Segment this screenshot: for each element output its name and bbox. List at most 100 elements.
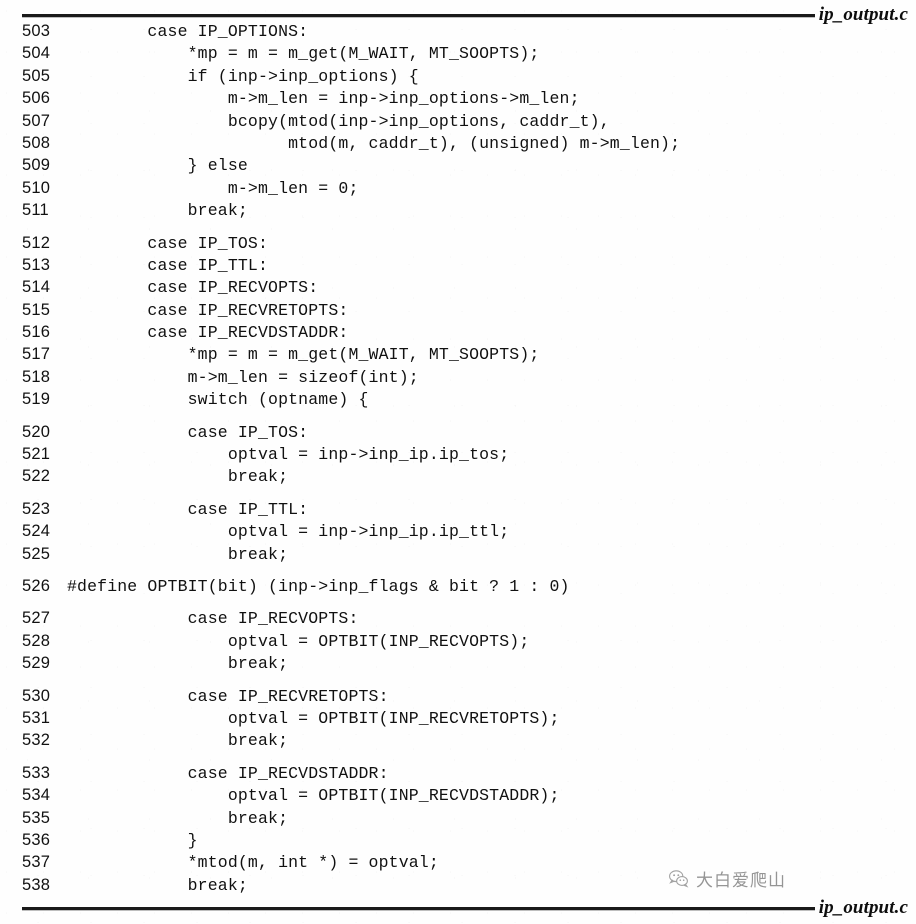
code-line: 505 if (inp->inp_options) { [0,67,916,89]
code-line: 512 case IP_TOS: [0,234,916,256]
code-text: case IP_RECVRETOPTS: [67,686,389,706]
code-text: mtod(m, caddr_t), (unsigned) m->m_len); [67,133,681,153]
code-line: 516 case IP_RECVDSTADDR: [0,323,916,345]
line-number: 533 [22,763,51,782]
line-number: 538 [22,875,51,894]
code-line: 537 *mtod(m, int *) = optval; [0,853,916,875]
code-line: 533 case IP_RECVDSTADDR: [0,764,916,786]
code-text: case IP_RECVDSTADDR: [67,323,349,343]
line-number: 521 [22,445,51,464]
line-number: 537 [22,853,51,872]
line-number: 534 [22,786,51,805]
line-number: 529 [22,654,51,673]
code-line: 530 case IP_RECVRETOPTS: [0,687,916,709]
code-line: 514 case IP_RECVOPTS: [0,278,916,300]
footer-rule-row: ip_output.c [22,897,908,919]
code-line: 509 } else [0,156,916,178]
code-line: 506 m->m_len = inp->inp_options->m_len; [0,89,916,111]
line-number: 530 [22,686,51,705]
code-text: break; [67,467,289,487]
code-line: 522 break; [0,467,916,489]
code-text: #define OPTBIT(bit) (inp->inp_flags & bi… [67,576,570,596]
code-text: case IP_TOS: [67,233,269,253]
code-line: 526 #define OPTBIT(bit) (inp->inp_flags &… [0,577,916,599]
code-text: break; [67,544,289,564]
code-line: 525 break; [0,545,916,567]
line-number: 504 [22,44,51,63]
line-number: 509 [22,156,51,175]
line-number: 535 [22,808,51,827]
line-number: 520 [22,422,51,441]
line-number: 523 [22,499,51,518]
line-number: 513 [22,255,51,274]
code-text: break; [67,875,248,895]
line-number: 512 [22,233,51,252]
line-number: 514 [22,278,51,297]
code-text: } [67,830,198,850]
line-number: 505 [22,66,51,85]
line-number: 508 [22,133,51,152]
code-text: case IP_TOS: [67,422,309,442]
code-text: break; [67,201,248,221]
line-number: 531 [22,708,51,727]
scanned-code-page: ip_output.c 503 case IP_OPTIONS: 504 *mp … [0,0,916,924]
code-line: 519 switch (optname) { [0,390,916,412]
code-line: 523 case IP_TTL: [0,500,916,522]
line-number: 517 [22,345,51,364]
code-text: case IP_TTL: [67,255,269,275]
code-text: case IP_TTL: [67,499,309,519]
code-text: optval = OPTBIT(INP_RECVRETOPTS); [67,708,560,728]
code-line: 532 break; [0,731,916,753]
line-number: 515 [22,300,51,319]
code-text: optval = inp->inp_ip.ip_ttl; [67,522,510,542]
code-listing: 503 case IP_OPTIONS: 504 *mp = m = m_get(… [0,22,916,898]
code-text: optval = inp->inp_ip.ip_tos; [67,445,510,465]
code-line: 521 optval = inp->inp_ip.ip_tos; [0,445,916,467]
code-text: *mp = m = m_get(M_WAIT, MT_SOOPTS); [67,345,540,365]
code-text: if (inp->inp_options) { [67,66,419,86]
code-line: 536 } [0,831,916,853]
line-number: 519 [22,390,51,409]
code-text: optval = OPTBIT(INP_RECVDSTADDR); [67,786,560,806]
code-text: m->m_len = sizeof(int); [67,367,419,387]
line-number: 510 [22,178,51,197]
code-line: 527 case IP_RECVOPTS: [0,609,916,631]
line-number: 506 [22,89,51,108]
line-number: 526 [22,576,51,595]
line-number: 516 [22,323,51,342]
code-text: break; [67,731,289,751]
code-text: *mtod(m, int *) = optval; [67,853,439,873]
line-number: 511 [22,201,49,220]
code-line: 534 optval = OPTBIT(INP_RECVDSTADDR); [0,786,916,808]
line-number: 528 [22,631,51,650]
code-text: m->m_len = 0; [67,178,359,198]
code-text: } else [67,156,248,176]
code-text: switch (optname) { [67,390,369,410]
code-line: 510 m->m_len = 0; [0,179,916,201]
code-line: 504 *mp = m = m_get(M_WAIT, MT_SOOPTS); [0,44,916,66]
code-text: case IP_RECVRETOPTS: [67,300,349,320]
code-line: 513 case IP_TTL: [0,256,916,278]
line-number: 525 [22,544,51,563]
line-number: 503 [22,22,51,40]
line-number: 518 [22,367,51,386]
line-number: 536 [22,830,51,849]
code-line: 515 case IP_RECVRETOPTS: [0,301,916,323]
code-text: optval = OPTBIT(INP_RECVOPTS); [67,631,530,651]
code-line: 535 break; [0,809,916,831]
code-line: 517 *mp = m = m_get(M_WAIT, MT_SOOPTS); [0,345,916,367]
code-text: *mp = m = m_get(M_WAIT, MT_SOOPTS); [67,44,540,64]
code-line: 529 break; [0,654,916,676]
code-line: 538 break; [0,876,916,898]
footer-file-label: ip_output.c [818,897,908,918]
code-text: case IP_RECVOPTS: [67,609,359,629]
line-number: 527 [22,609,51,628]
line-number: 524 [22,522,51,541]
code-line: 508 mtod(m, caddr_t), (unsigned) m->m_le… [0,134,916,156]
code-text: case IP_RECVDSTADDR: [67,763,389,783]
line-number: 522 [22,467,51,486]
footer-rule [22,905,815,910]
header-rule [22,12,815,17]
code-text: bcopy(mtod(inp->inp_options, caddr_t), [67,111,610,131]
code-line: 531 optval = OPTBIT(INP_RECVRETOPTS); [0,709,916,731]
